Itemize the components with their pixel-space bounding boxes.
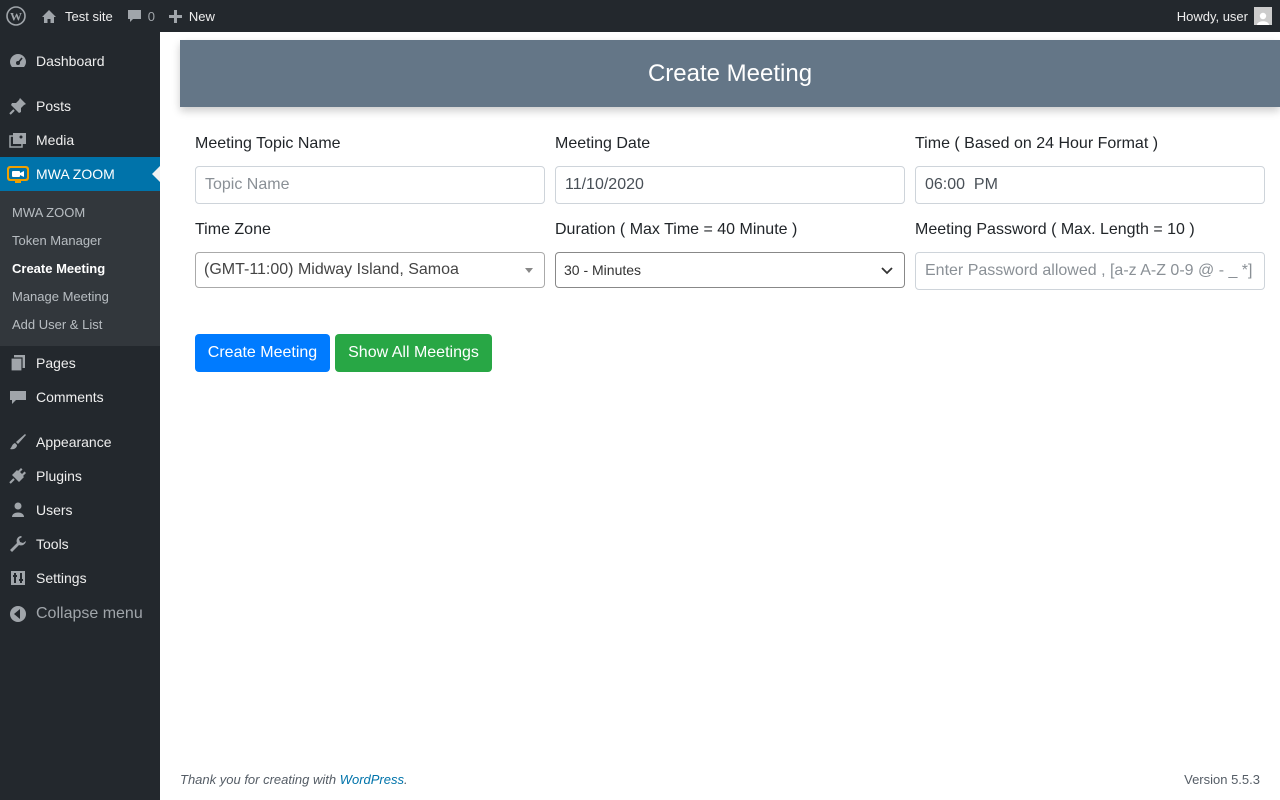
date-label: Meeting Date [555,135,651,152]
submenu-add-user-list[interactable]: Add User & List [0,310,160,338]
site-name: Test site [65,8,113,24]
mwa-zoom-submenu: MWA ZOOM Token Manager Create Meeting Ma… [0,191,160,346]
topic-label: Meeting Topic Name [195,135,341,152]
account-menu[interactable]: Howdy, user [1170,0,1272,32]
avatar [1254,7,1272,25]
submenu-manage-meeting[interactable]: Manage Meeting [0,282,160,310]
pin-icon [0,97,36,115]
menu-item-posts[interactable]: Posts [0,89,160,123]
menu-label-posts: Posts [36,98,72,114]
time-input[interactable]: 06:00 PM [915,166,1265,204]
time-label: Time ( Based on 24 Hour Format ) [915,135,1159,152]
svg-text:W: W [10,10,22,24]
comments-count: 0 [147,8,155,24]
duration-select[interactable]: 30 - Minutes [555,252,905,288]
wrench-icon [0,535,36,553]
comment-icon [127,9,142,23]
timezone-label: Time Zone [195,221,271,238]
password-field-group: Meeting Password ( Max. Length = 10 ) En… [915,220,1265,290]
menu-item-users[interactable]: Users [0,493,160,527]
menu-item-plugins[interactable]: Plugins [0,459,160,493]
password-label: Meeting Password ( Max. Length = 10 ) [915,221,1195,238]
wordpress-logo-icon[interactable]: W [0,0,34,32]
duration-field-group: Duration ( Max Time = 40 Minute ) 30 - M… [555,220,905,288]
menu-item-comments[interactable]: Comments [0,380,160,414]
menu-label-mwa-zoom: MWA ZOOM [36,166,115,182]
menu-item-pages[interactable]: Pages [0,346,160,380]
footer-thanks-prefix: Thank you for creating with [180,772,340,787]
submenu-mwa-zoom[interactable]: MWA ZOOM [0,198,160,226]
menu-item-tools[interactable]: Tools [0,527,160,561]
main-content: Create Meeting Meeting Topic Name Topic … [160,32,1280,800]
menu-item-mwa-zoom[interactable]: MWA ZOOM [0,157,160,191]
chevron-down-icon [881,262,893,278]
menu-label-users: Users [36,502,73,518]
settings-icon [0,569,36,587]
duration-label: Duration ( Max Time = 40 Minute ) [555,221,798,238]
admin-footer: Thank you for creating with WordPress. V… [180,772,1260,787]
comments-link[interactable]: 0 [120,0,162,32]
time-field-group: Time ( Based on 24 Hour Format ) 06:00 P… [915,134,1265,204]
home-icon [41,9,57,24]
menu-label-settings: Settings [36,570,87,586]
site-name-link[interactable]: Test site [34,0,120,32]
new-label: New [188,8,215,24]
submenu-create-meeting[interactable]: Create Meeting [0,254,160,282]
password-input[interactable]: Enter Password allowed , [a-z A-Z 0-9 @ … [915,252,1265,290]
show-all-meetings-button[interactable]: Show All Meetings [335,334,492,372]
menu-item-dashboard[interactable]: Dashboard [0,44,160,78]
zoom-icon [0,163,36,185]
brush-icon [0,433,36,451]
version-text: Version 5.5.3 [1184,772,1260,787]
wordpress-link[interactable]: WordPress [340,772,404,787]
menu-item-media[interactable]: Media [0,123,160,157]
plus-icon [168,9,182,23]
footer-thanks: Thank you for creating with WordPress. [180,772,408,787]
plug-icon [0,467,36,485]
timezone-value: (GMT-11:00) Midway Island, Samoa [204,261,459,278]
admin-bar: W Test site 0 New Howdy, user [0,0,1280,32]
submenu-token-manager[interactable]: Token Manager [0,226,160,254]
dropdown-arrow-icon [525,267,533,273]
comment-icon [0,389,36,405]
topic-input[interactable]: Topic Name [195,166,545,204]
menu-label-pages: Pages [36,355,76,371]
menu-label-plugins: Plugins [36,468,82,484]
timezone-select[interactable]: (GMT-11:00) Midway Island, Samoa [195,252,545,288]
menu-label-tools: Tools [36,536,69,552]
user-icon [0,501,36,519]
collapse-menu-label: Collapse menu [36,605,143,622]
menu-label-media: Media [36,132,75,148]
duration-value: 30 - Minutes [564,262,642,278]
topic-field-group: Meeting Topic Name Topic Name [195,134,545,204]
menu-label-comments: Comments [36,389,104,405]
collapse-menu-button[interactable]: Collapse menu [0,595,160,633]
page-title: Create Meeting [180,40,1280,107]
pages-icon [0,354,36,372]
admin-sidebar: Dashboard Posts Media MWA ZOOM MWA ZOOM … [0,32,160,800]
menu-label-appearance: Appearance [36,434,112,450]
menu-label-dashboard: Dashboard [36,53,105,69]
dashboard-icon [0,52,36,70]
media-icon [0,131,36,149]
new-content-link[interactable]: New [162,0,222,32]
menu-item-appearance[interactable]: Appearance [0,425,160,459]
greeting-text: Howdy, user [1176,8,1248,24]
date-input[interactable]: 11/10/2020 [555,166,905,204]
create-meeting-button[interactable]: Create Meeting [195,334,330,372]
menu-item-settings[interactable]: Settings [0,561,160,595]
footer-thanks-suffix: . [404,772,408,787]
date-field-group: Meeting Date 11/10/2020 [555,134,905,204]
timezone-field-group: Time Zone (GMT-11:00) Midway Island, Sam… [195,220,545,288]
collapse-arrow-icon [0,605,36,623]
